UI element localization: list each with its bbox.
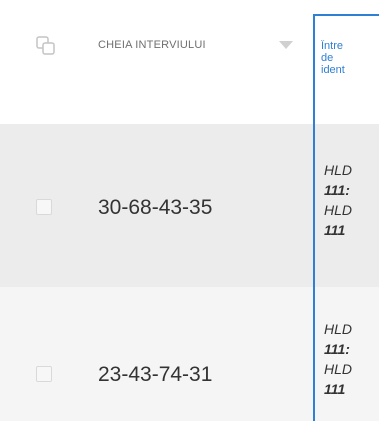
column-header-question[interactable]: Între de ident (321, 40, 379, 76)
answer-line: HLD (324, 202, 353, 218)
interview-key[interactable]: 23-43-74-31 (98, 363, 212, 387)
table-row[interactable]: 30-68-43-35 HLD 111: HLD 111 (0, 124, 379, 287)
column-header-interview-key[interactable]: CHEIA INTERVIULUI (98, 39, 206, 51)
row-checkbox[interactable] (36, 199, 52, 215)
select-all-icon[interactable] (36, 36, 56, 56)
table-row[interactable]: 23-43-74-31 HLD 111: HLD 111 (0, 287, 379, 421)
answer-line: 111: (324, 182, 350, 198)
answer-cell[interactable]: HLD 111: HLD 111 (324, 160, 379, 240)
answer-line: HLD (324, 162, 353, 178)
answer-line: 111 (324, 381, 346, 397)
answer-line: HLD (324, 361, 353, 377)
interview-key[interactable]: 30-68-43-35 (98, 196, 212, 220)
row-checkbox[interactable] (36, 366, 52, 382)
interviews-table: CHEIA INTERVIULUI 30-68-43-35 HLD 111: H… (0, 0, 379, 421)
sort-descending-icon[interactable] (279, 41, 293, 49)
answer-line: 111 (324, 222, 346, 238)
answer-line: HLD (324, 321, 353, 337)
answer-cell[interactable]: HLD 111: HLD 111 (324, 319, 379, 399)
answer-line: 111: (324, 341, 350, 357)
